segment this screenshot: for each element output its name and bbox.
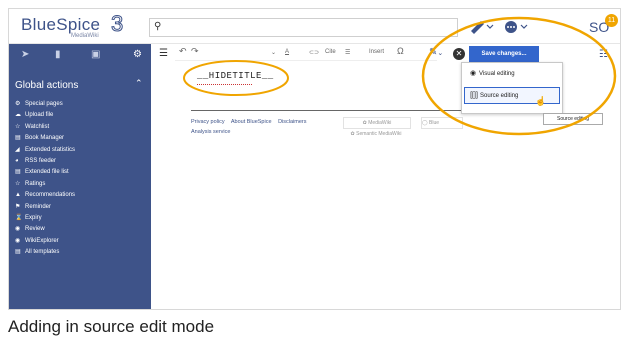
upload-icon: ☁ bbox=[15, 112, 21, 119]
sidebar: ➤ ▮ ▣ ⚙ Global actions ⌃ ⚙ Special pages … bbox=[9, 44, 151, 309]
sidebar-item-label: Ratings bbox=[25, 180, 46, 187]
cite-button[interactable]: Cite bbox=[325, 49, 336, 55]
sidebar-item-book-manager[interactable]: ▤ Book Manager bbox=[15, 133, 75, 144]
thumbs-up-icon: ▲ bbox=[15, 192, 21, 199]
smw-logo-icon: ✿ bbox=[350, 131, 355, 137]
semantic-mediawiki-badge[interactable]: ✿ Semantic MediaWiki bbox=[343, 129, 409, 139]
footer-link-privacy[interactable]: Privacy policy bbox=[191, 119, 225, 125]
link-button[interactable]: ⊂⊃ bbox=[309, 49, 319, 56]
sidebar-item-ratings[interactable]: ☆ Ratings bbox=[15, 179, 75, 190]
caption: Adding in source edit mode bbox=[8, 317, 215, 336]
sidebar-list: ⚙ Special pages ☁ Upload file ☆ Watchlist ▤… bbox=[15, 99, 75, 258]
sidebar-item-recommendations[interactable]: ▲ Recommendations bbox=[15, 190, 75, 201]
chevron-up-icon[interactable]: ⌃ bbox=[135, 78, 143, 89]
sidebar-item-watchlist[interactable]: ☆ Watchlist bbox=[15, 122, 75, 133]
sidebar-item-reminder[interactable]: ⚑ Reminder bbox=[15, 202, 75, 213]
highlight-ellipse-right bbox=[421, 16, 617, 136]
logo-subtitle: MediaWiki bbox=[71, 33, 99, 39]
sidebar-item-extended-statistics[interactable]: ◢ Extended statistics bbox=[15, 145, 75, 156]
highlight-ellipse-left bbox=[183, 60, 289, 96]
sidebar-item-label: Reminder bbox=[25, 203, 52, 210]
footer-link-about[interactable]: About BlueSpice bbox=[231, 119, 272, 125]
sidebar-item-label: Special pages bbox=[25, 101, 63, 107]
pin-icon[interactable]: ▮ bbox=[55, 49, 61, 60]
logo-text: BlueSpice bbox=[21, 15, 101, 34]
navigation-icon[interactable]: ➤ bbox=[21, 49, 29, 60]
star-icon: ☆ bbox=[15, 123, 21, 130]
mediawiki-badge[interactable]: ✿ MediaWiki bbox=[343, 117, 411, 129]
sidebar-item-label: WikiExplorer bbox=[25, 237, 59, 244]
sidebar-item-review[interactable]: ◉ Review bbox=[15, 224, 75, 235]
search-input[interactable]: ⚲ bbox=[149, 18, 458, 37]
rss-icon: ◕ bbox=[15, 157, 19, 164]
file-icon: ▤ bbox=[15, 169, 21, 176]
gear-icon: ⚙ bbox=[15, 101, 21, 107]
sidebar-item-label: Review bbox=[25, 226, 45, 233]
application-window: BlueSpice MediaWiki 3 ⚲ SO 11 ➤ ▮ ▣ ⚙ Gl… bbox=[8, 8, 621, 310]
eye-icon: ◉ bbox=[15, 226, 21, 233]
text-style-button[interactable]: A bbox=[285, 49, 289, 55]
sidebar-item-wikiexplorer[interactable]: ◉ WikiExplorer bbox=[15, 236, 75, 247]
sidebar-item-extended-file-list[interactable]: ▤ Extended file list bbox=[15, 167, 75, 178]
sidebar-item-label: Extended statistics bbox=[25, 146, 76, 153]
gear-icon[interactable]: ⚙ bbox=[133, 49, 142, 60]
sidebar-section-title[interactable]: Global actions bbox=[15, 80, 78, 91]
special-character-button[interactable]: Ω bbox=[397, 46, 404, 56]
chevron-down-icon[interactable]: ⌄ bbox=[271, 49, 276, 56]
clipboard-icon[interactable]: ▣ bbox=[91, 49, 100, 60]
star-icon: ☆ bbox=[15, 180, 21, 187]
mediawiki-logo-icon: ✿ bbox=[362, 120, 367, 126]
sidebar-item-label: Recommendations bbox=[25, 192, 76, 199]
sidebar-item-special-pages[interactable]: ⚙ Special pages bbox=[15, 99, 75, 110]
smw-badge-text: Semantic MediaWiki bbox=[356, 131, 402, 137]
footer-links: Privacy policy About BlueSpice Disclaime… bbox=[191, 119, 311, 135]
list-button[interactable]: ☰ bbox=[345, 49, 350, 56]
sidebar-item-label: Upload file bbox=[25, 112, 54, 119]
undo-button[interactable]: ↶ bbox=[179, 46, 187, 57]
logo-number-icon: 3 bbox=[111, 11, 124, 35]
footer-link-disclaimers[interactable]: Disclaimers bbox=[278, 119, 306, 125]
search-icon: ⚲ bbox=[154, 21, 162, 32]
sidebar-item-label: All templates bbox=[25, 249, 60, 256]
sidebar-item-label: RSS feeder bbox=[25, 157, 57, 164]
chart-icon: ◢ bbox=[15, 146, 20, 153]
sidebar-item-label: Book Manager bbox=[25, 135, 65, 142]
logo-number-glyph: 3 bbox=[111, 11, 123, 35]
sidebar-item-expiry[interactable]: ⌛ Expiry bbox=[15, 213, 75, 224]
sidebar-item-label: Expiry bbox=[25, 214, 42, 221]
footer-link-analysis[interactable]: Analysis service bbox=[191, 129, 230, 135]
bluespice-logo[interactable]: BlueSpice MediaWiki 3 bbox=[21, 11, 125, 39]
sidebar-item-label: Extended file list bbox=[25, 169, 69, 176]
flag-icon: ⚑ bbox=[15, 203, 21, 210]
insert-button[interactable]: Insert bbox=[369, 49, 384, 55]
mediawiki-badge-text: MediaWiki bbox=[368, 120, 392, 126]
hourglass-icon: ⌛ bbox=[15, 214, 23, 221]
book-icon: ▤ bbox=[15, 135, 21, 142]
template-icon: ▤ bbox=[15, 249, 21, 256]
sidebar-item-upload-file[interactable]: ☁ Upload file bbox=[15, 110, 75, 121]
sidebar-item-all-templates[interactable]: ▤ All templates bbox=[15, 247, 75, 258]
wiki-icon: ◉ bbox=[15, 237, 21, 244]
redo-button[interactable]: ↷ bbox=[191, 46, 199, 57]
main-content: ☰ ↶ ↷ ⌄ A ⊂⊃ Cite ☰ Insert Ω __HIDETITLE… bbox=[151, 16, 620, 309]
sidebar-item-rss-feeder[interactable]: ◕ RSS feeder bbox=[15, 156, 75, 167]
hamburger-menu-icon[interactable]: ☰ bbox=[159, 48, 168, 59]
sidebar-item-label: Watchlist bbox=[25, 123, 50, 130]
sidebar-toolbar: ➤ ▮ ▣ ⚙ bbox=[9, 44, 151, 66]
